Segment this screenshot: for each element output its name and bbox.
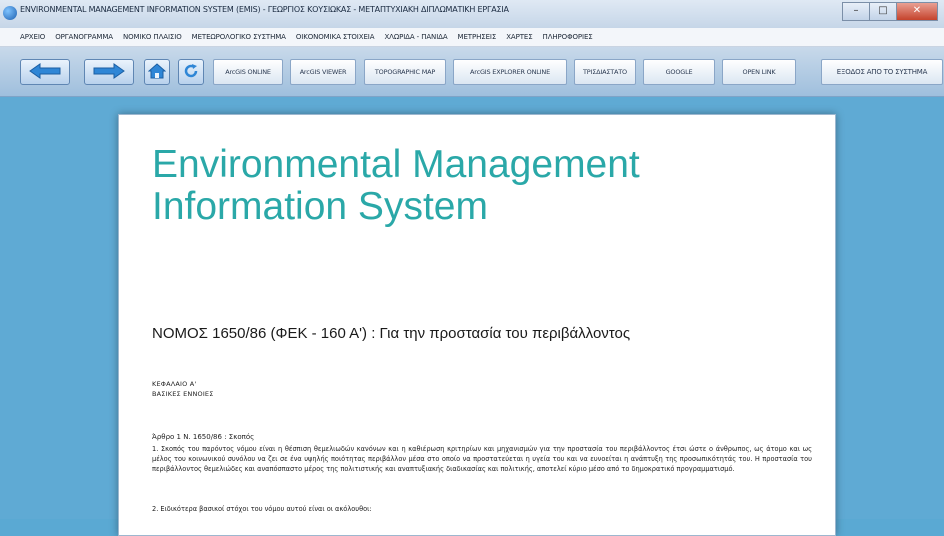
menu-item-oikonomika[interactable]: ΟΙΚΟΝΟΜΙΚΑ ΣΤΟΙΧΕΙΑ: [296, 28, 375, 46]
arcgis-explorer-online-button[interactable]: ArcGIS EXPLORER ONLINE: [453, 59, 567, 85]
article-heading: Άρθρο 1 Ν. 1650/86 : Σκοπός: [152, 433, 255, 441]
toolbar: ArcGIS ONLINE ArcGIS VIEWER TOPOGRAPHIC …: [0, 47, 944, 97]
back-arrow-icon: [29, 63, 61, 79]
arcgis-online-button[interactable]: ArcGIS ONLINE: [213, 59, 283, 85]
law-heading: ΝΟΜΟΣ 1650/86 (ΦΕΚ - 160 Α') : Για την π…: [152, 325, 631, 342]
refresh-button[interactable]: [178, 59, 204, 85]
article-paragraph: 1. Σκοπός του παρόντος νόμου είναι η θέσ…: [152, 445, 812, 473]
open-link-button[interactable]: OPEN LINK: [722, 59, 796, 85]
forward-arrow-icon: [93, 63, 125, 79]
menu-item-plirofories[interactable]: ΠΛΗΡΟΦΟΡΙΕΣ: [543, 28, 593, 46]
maximize-button[interactable]: □: [869, 2, 897, 21]
article-item-2: 2. Ειδικότερα βασικοί στόχοι του νόμου α…: [152, 505, 372, 513]
trisdiastato-button[interactable]: ΤΡΙΣΔΙΑΣΤΑΤΟ: [574, 59, 636, 85]
close-button[interactable]: ✕: [896, 2, 938, 21]
minimize-button[interactable]: –: [842, 2, 870, 21]
home-icon: [148, 63, 166, 79]
refresh-icon: [184, 64, 198, 78]
forward-button[interactable]: [84, 59, 134, 85]
menu-item-chloridia-panida[interactable]: ΧΛΩΡΙΔΑ - ΠΑΝΙΔΑ: [384, 28, 447, 46]
exit-system-button[interactable]: ΕΞΟΔΟΣ ΑΠΟ ΤΟ ΣΥΣΤΗΜΑ: [821, 59, 943, 85]
window-controls: – □ ✕: [842, 2, 938, 21]
page-title-line1: Environmental Management: [152, 143, 640, 186]
document-page: Environmental Management Information Sys…: [118, 114, 836, 536]
menu-item-chartes[interactable]: ΧΑΡΤΕΣ: [506, 28, 532, 46]
page-title-line2: Information System: [152, 185, 488, 228]
menu-item-organogramma[interactable]: ΟΡΓΑΝΟΓΡΑΜΜΑ: [55, 28, 113, 46]
menu-item-archeio[interactable]: ΑΡΧΕΙΟ: [20, 28, 45, 46]
window-title: ENVIRONMENTAL MANAGEMENT INFORMATION SYS…: [20, 5, 509, 14]
chapter-subtitle: ΒΑΣΙΚΕΣ ΕΝΝΟΙΕΣ: [152, 390, 214, 398]
window-titlebar: ENVIRONMENTAL MANAGEMENT INFORMATION SYS…: [0, 0, 944, 29]
menu-bar: ΑΡΧΕΙΟ ΟΡΓΑΝΟΓΡΑΜΜΑ ΝΟΜΙΚΟ ΠΛΑΙΣΙΟ ΜΕΤΕΩ…: [0, 28, 944, 47]
home-button[interactable]: [144, 59, 170, 85]
page-title: Environmental Management Information Sys…: [152, 144, 640, 228]
back-button[interactable]: [20, 59, 70, 85]
arcgis-viewer-button[interactable]: ArcGIS VIEWER: [290, 59, 356, 85]
content-area: Environmental Management Information Sys…: [0, 97, 944, 536]
topographic-map-button[interactable]: TOPOGRAPHIC MAP: [364, 59, 446, 85]
google-button[interactable]: GOOGLE: [643, 59, 715, 85]
chapter-title: ΚΕΦΑΛΑΙΟ Α': [152, 380, 197, 388]
menu-item-metriseis[interactable]: ΜΕΤΡΗΣΕΙΣ: [458, 28, 497, 46]
menu-item-meteorologiko[interactable]: ΜΕΤΕΩΡΟΛΟΓΙΚΟ ΣΥΣΤΗΜΑ: [192, 28, 286, 46]
menu-item-nomiko-plaisio[interactable]: ΝΟΜΙΚΟ ΠΛΑΙΣΙΟ: [123, 28, 182, 46]
app-globe-icon: [3, 6, 17, 20]
